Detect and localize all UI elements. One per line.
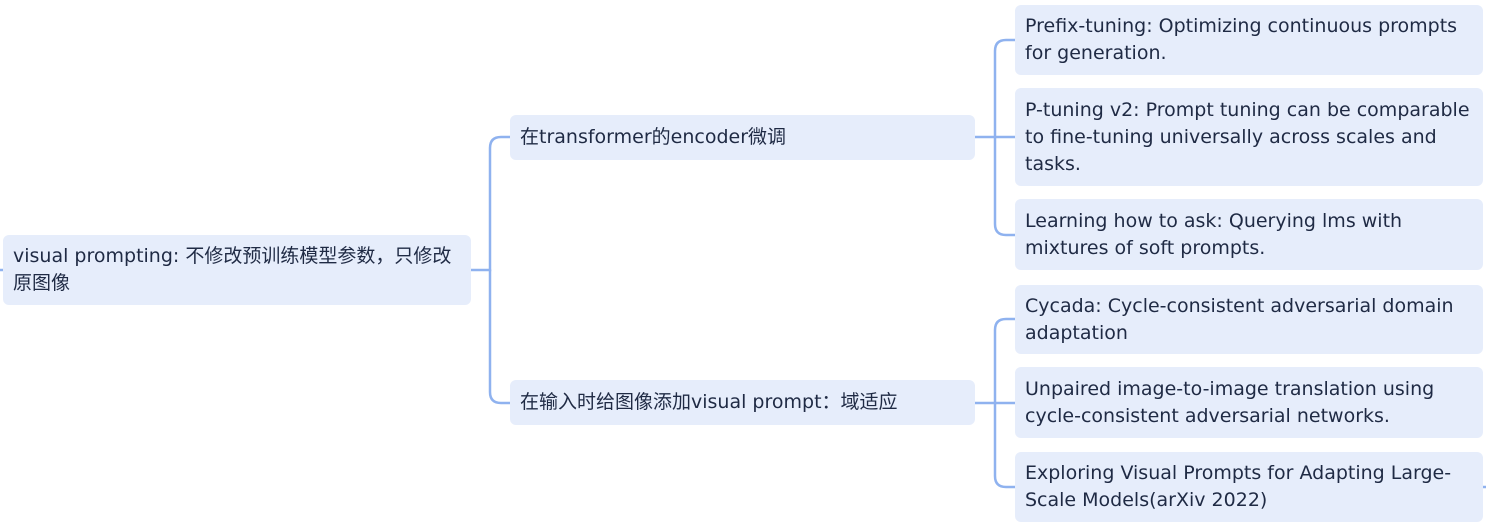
connector-branch1-leaf3 [993,135,1017,237]
branch-topic-label: 在输入时给图像添加visual prompt：域适应 [520,391,898,413]
leaf-topic-unpaired-translation[interactable]: Unpaired image-to-image translation usin… [1015,367,1483,438]
leaf-topic-prefix-tuning[interactable]: Prefix-tuning: Optimizing continuous pro… [1015,5,1483,75]
leaf-topic-label: Exploring Visual Prompts for Adapting La… [1025,462,1452,511]
connector-root-branch2 [488,268,512,405]
leaf-topic-exploring-visual-prompts[interactable]: Exploring Visual Prompts for Adapting La… [1015,452,1483,522]
leaf-topic-p-tuning-v2[interactable]: P-tuning v2: Prompt tuning can be compar… [1015,88,1483,186]
leaf-topic-cycada[interactable]: Cycada: Cycle-consistent adversarial dom… [1015,285,1483,354]
leaf-topic-label: Learning how to ask: Querying lms with m… [1025,209,1403,259]
root-topic-label: visual prompting: 不修改预训练模型参数，只修改原图像 [13,245,452,294]
root-topic[interactable]: visual prompting: 不修改预训练模型参数，只修改原图像 [3,235,471,305]
connector-root-branch1 [469,135,512,272]
connector-branch2-leaf6 [993,401,1017,489]
leaf-topic-label: Unpaired image-to-image translation usin… [1025,377,1435,427]
leaf-topic-label: Cycada: Cycle-consistent adversarial dom… [1025,294,1454,344]
leaf-topic-learning-how-to-ask[interactable]: Learning how to ask: Querying lms with m… [1015,199,1483,270]
branch-topic-encoder-finetune[interactable]: 在transformer的encoder微调 [510,115,975,160]
leaf-topic-label: P-tuning v2: Prompt tuning can be compar… [1025,98,1470,175]
connector-branch2-leaf4 [973,317,1017,405]
leaf-topic-label: Prefix-tuning: Optimizing continuous pro… [1025,15,1458,64]
branch-topic-visual-prompt[interactable]: 在输入时给图像添加visual prompt：域适应 [510,380,975,425]
branch-topic-label: 在transformer的encoder微调 [520,126,787,148]
connector-branch1-leaf1 [973,38,1017,139]
